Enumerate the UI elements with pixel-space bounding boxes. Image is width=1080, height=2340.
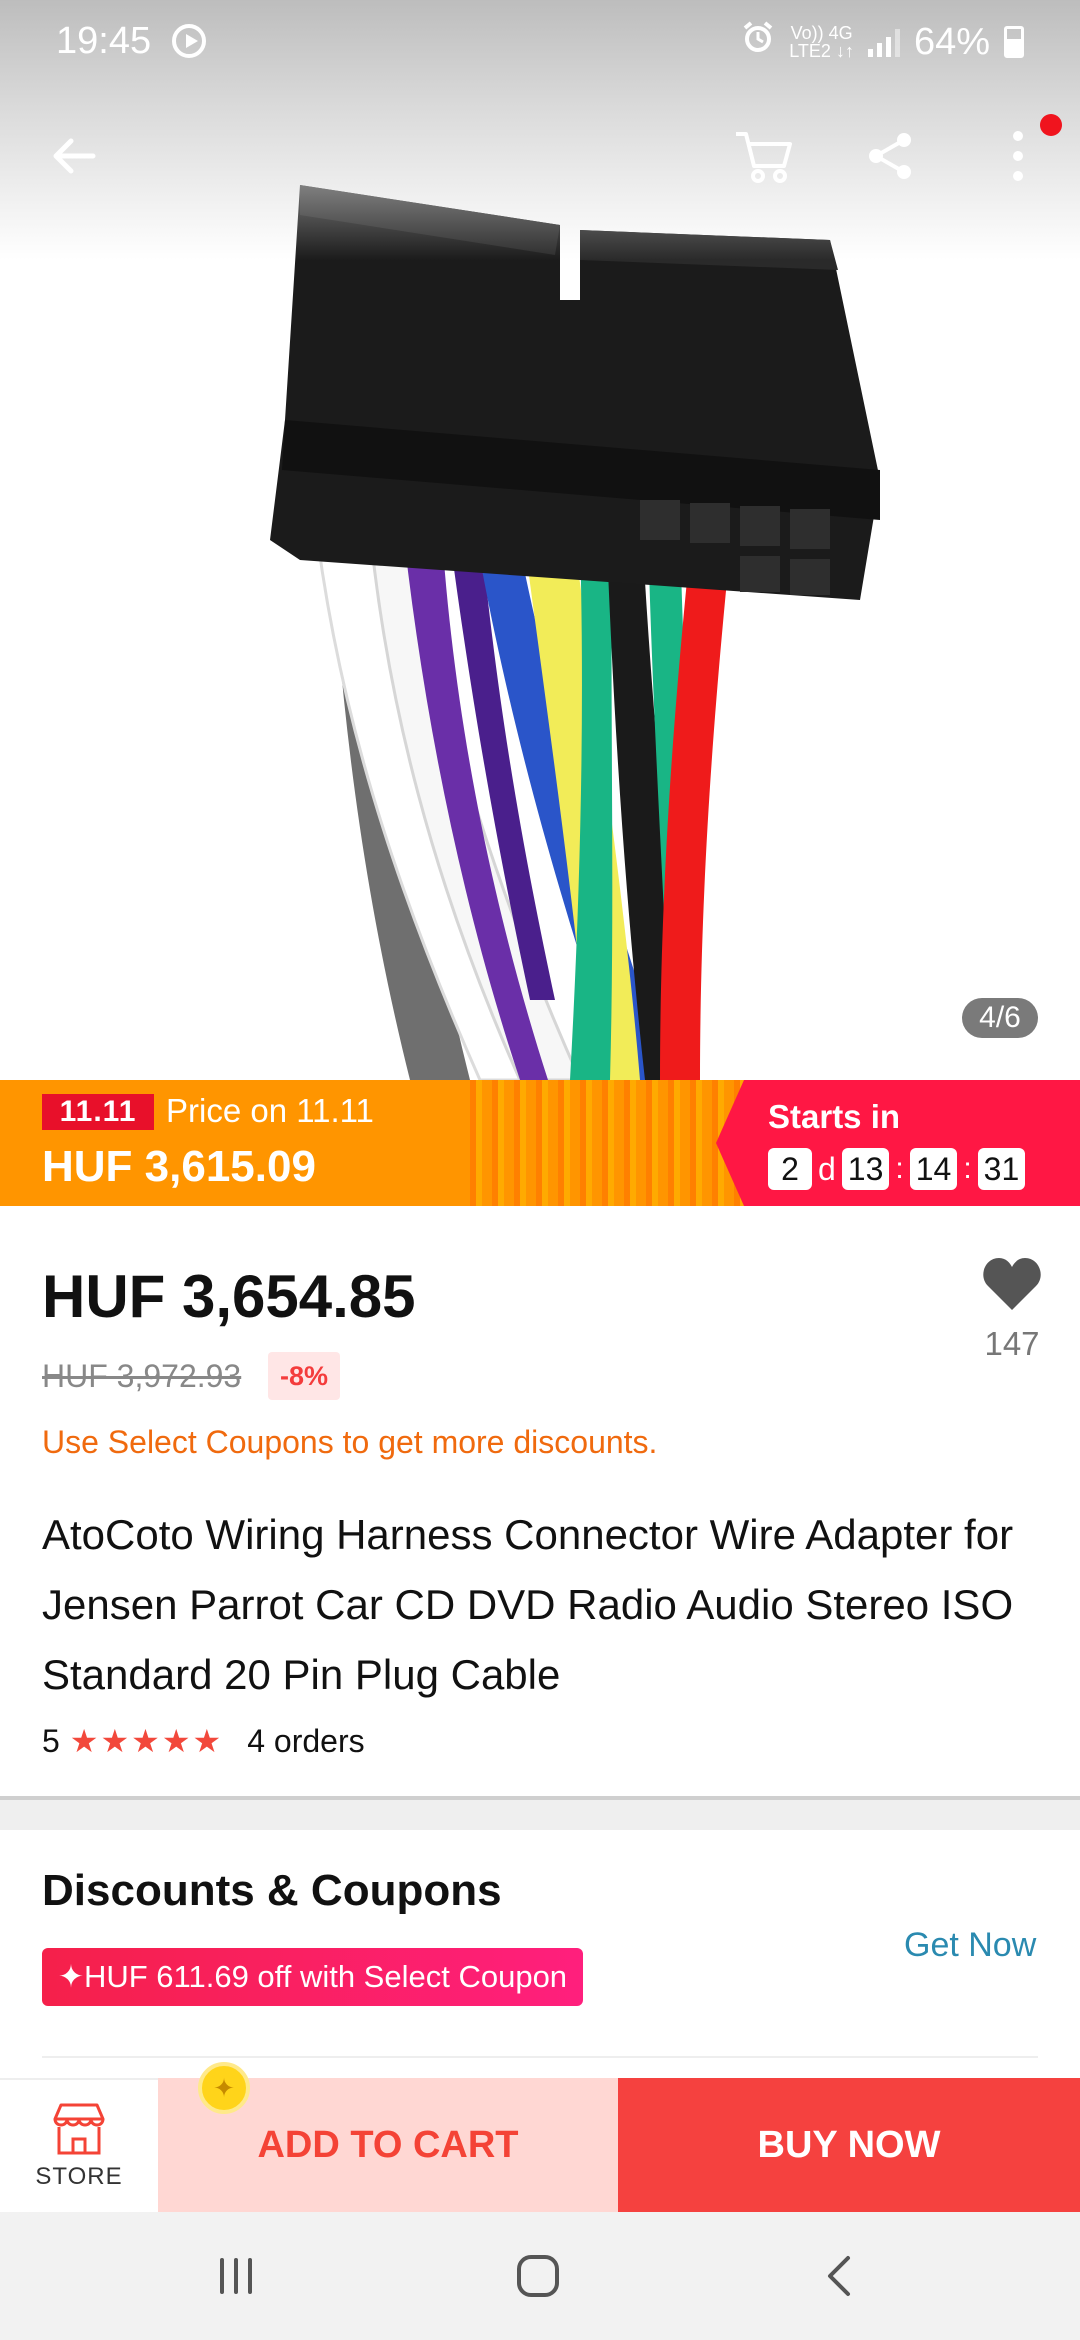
wishlist-count: 147 bbox=[984, 1325, 1040, 1362]
share-button[interactable] bbox=[854, 120, 926, 192]
countdown-minutes: 14 bbox=[909, 1148, 958, 1190]
alarm-icon bbox=[741, 20, 775, 64]
coin-icon[interactable]: ✦ bbox=[198, 2062, 250, 2114]
get-now-link[interactable]: Get Now bbox=[904, 1926, 1036, 1965]
current-price: HUF 3,654.85 bbox=[42, 1263, 416, 1330]
time-separator: : bbox=[895, 1152, 904, 1185]
countdown-timer: 2 d 13 : 14 : 31 bbox=[768, 1148, 1026, 1190]
price-on-label: Price on 11.11 bbox=[166, 1092, 374, 1129]
cart-button[interactable] bbox=[728, 120, 800, 192]
coupon-hint[interactable]: Use Select Coupons to get more discounts… bbox=[42, 1424, 657, 1461]
store-icon bbox=[53, 2103, 105, 2155]
original-price: HUF 3,972.93 bbox=[42, 1358, 242, 1394]
sale-tag: 11.11 bbox=[42, 1094, 154, 1130]
image-counter: 4/6 bbox=[962, 998, 1038, 1038]
countdown-days: 2 bbox=[768, 1148, 812, 1190]
coupon-divider bbox=[42, 2056, 1038, 2058]
status-bar: 19:45 Vo)) 4G LTE2 ↓↑ 64% bbox=[0, 0, 1080, 84]
store-label: STORE bbox=[35, 2163, 123, 2190]
countdown-hours: 13 bbox=[841, 1148, 890, 1190]
battery-percent: 64% bbox=[913, 20, 990, 63]
buy-now-button[interactable]: BUY NOW bbox=[618, 2078, 1080, 2212]
store-button[interactable]: STORE bbox=[0, 2078, 158, 2212]
home-button[interactable] bbox=[498, 2246, 578, 2306]
battery-icon bbox=[1004, 26, 1024, 58]
status-time: 19:45 bbox=[56, 20, 152, 62]
recent-apps-icon bbox=[220, 2258, 252, 2294]
back-arrow-icon bbox=[53, 138, 96, 174]
days-unit: d bbox=[818, 1150, 836, 1187]
system-back-button[interactable] bbox=[800, 2246, 880, 2306]
rating-row[interactable]: 5 ★★★★★ 4 orders bbox=[42, 1722, 365, 1760]
more-vertical-icon bbox=[1013, 131, 1023, 181]
wishlist-button[interactable]: 147 bbox=[972, 1256, 1052, 1363]
sale-price: HUF 3,615.09 bbox=[42, 1142, 316, 1191]
recent-apps-button[interactable] bbox=[196, 2246, 276, 2306]
countdown-seconds: 31 bbox=[977, 1148, 1026, 1190]
time-separator: : bbox=[963, 1152, 972, 1185]
network-line-2: LTE2 ↓↑ bbox=[789, 41, 854, 61]
signal-icon bbox=[867, 27, 900, 57]
heart-icon bbox=[983, 1258, 1041, 1310]
share-icon bbox=[869, 133, 911, 179]
back-icon bbox=[828, 2256, 850, 2296]
cart-icon bbox=[736, 132, 792, 183]
section-gap bbox=[0, 1800, 1080, 1830]
back-button[interactable] bbox=[38, 120, 110, 192]
home-icon bbox=[517, 2255, 559, 2297]
media-play-icon bbox=[172, 24, 206, 58]
product-image[interactable]: 19:45 Vo)) 4G LTE2 ↓↑ 64% 4/6 bbox=[0, 0, 1080, 1080]
banner-decoration bbox=[470, 1080, 750, 1206]
product-title: AtoCoto Wiring Harness Connector Wire Ad… bbox=[42, 1511, 1014, 1698]
system-navigation-bar bbox=[0, 2212, 1080, 2340]
discount-badge: -8% bbox=[268, 1352, 341, 1400]
rating-value: 5 bbox=[42, 1722, 60, 1759]
network-indicator: Vo)) 4G LTE2 ↓↑ bbox=[789, 24, 854, 60]
notification-dot bbox=[1040, 114, 1062, 136]
orders-count: 4 orders bbox=[247, 1722, 365, 1759]
starts-in-label: Starts in bbox=[768, 1098, 901, 1135]
select-coupon-badge[interactable]: ✦HUF 611.69 off with Select Coupon bbox=[42, 1948, 584, 2006]
bottom-action-bar: STORE ADD TO CART BUY NOW bbox=[0, 2078, 1080, 2212]
flash-sale-banner[interactable]: 11.11 Price on 11.11 HUF 3,615.09 Starts… bbox=[0, 1080, 1080, 1206]
discounts-heading: Discounts & Coupons bbox=[42, 1866, 502, 1915]
network-line-1: Vo)) 4G bbox=[790, 23, 853, 43]
star-rating-icon: ★★★★★ bbox=[69, 1723, 224, 1759]
